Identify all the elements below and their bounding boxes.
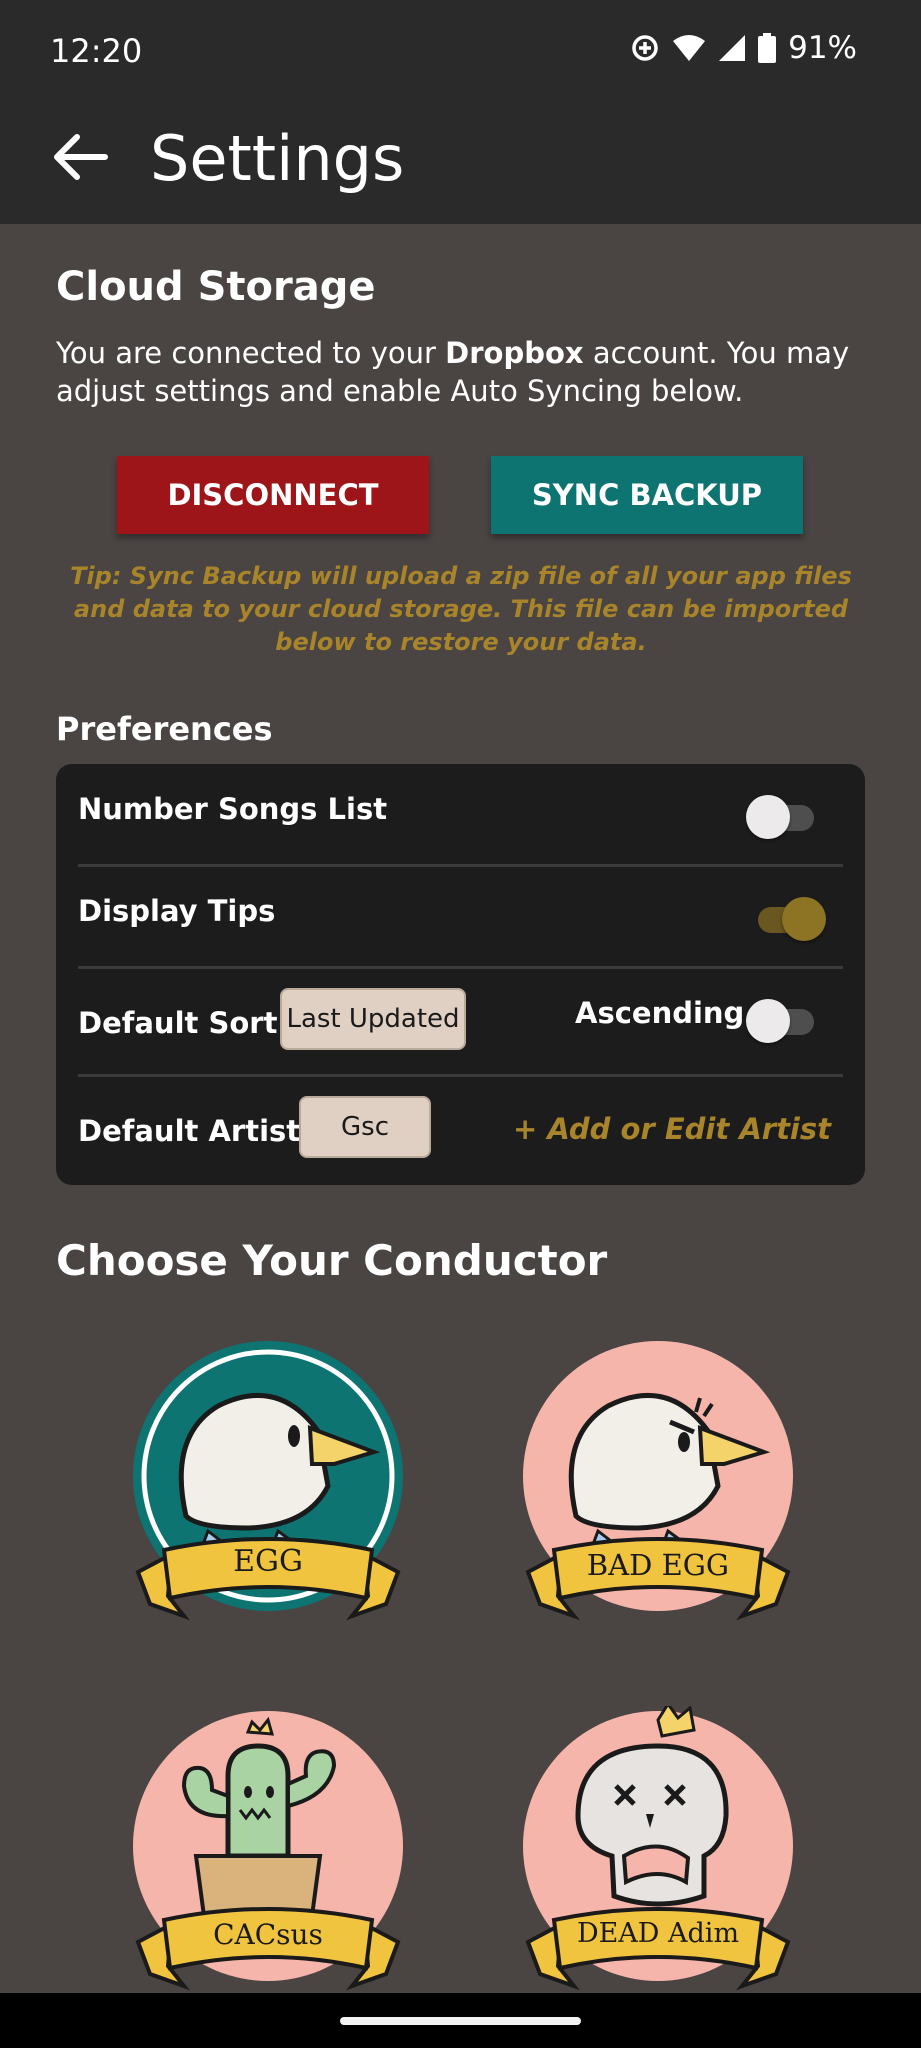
cloud-provider-name: Dropbox xyxy=(445,336,584,370)
conductor-egg[interactable]: EGG xyxy=(128,1336,408,1636)
status-bar: 12:20 91% xyxy=(0,0,921,100)
number-songs-label: Number Songs List xyxy=(78,792,388,826)
ascending-label: Ascending xyxy=(575,996,745,1030)
preferences-card: Number Songs List Display Tips Default S… xyxy=(56,764,865,1185)
add-edit-artist-link[interactable]: + Add or Edit Artist xyxy=(513,1112,831,1146)
app-bar: Settings xyxy=(0,100,921,224)
disconnect-button[interactable]: DISCONNECT xyxy=(117,456,429,534)
system-nav-bar xyxy=(0,1993,921,2048)
battery-percent: 91% xyxy=(788,30,857,66)
page-title: Settings xyxy=(150,122,405,195)
skull-badge-icon xyxy=(523,1701,793,1991)
sync-status-icon xyxy=(632,35,658,61)
sync-backup-button[interactable]: SYNC BACKUP xyxy=(491,456,803,534)
toggle-thumb xyxy=(782,897,826,941)
toggle-thumb xyxy=(746,795,790,839)
preferences-heading: Preferences xyxy=(56,710,273,748)
ascending-toggle[interactable] xyxy=(746,996,820,1046)
egg-badge-icon xyxy=(133,1341,403,1621)
divider xyxy=(78,1074,843,1077)
conductor-dead-adim-name: DEAD Adim xyxy=(576,1918,740,1949)
conductor-cacsus-name: CACsus xyxy=(213,1918,323,1951)
default-sort-label: Default Sort: xyxy=(78,1006,290,1040)
wifi-icon xyxy=(673,35,706,61)
cloud-description: You are connected to your Dropbox accoun… xyxy=(56,334,856,410)
cloud-storage-heading: Cloud Storage xyxy=(56,264,376,310)
conductor-bad-egg-name: BAD EGG xyxy=(586,1548,730,1582)
status-icons: 91% xyxy=(630,30,857,66)
conductor-heading: Choose Your Conductor xyxy=(56,1236,608,1285)
status-time: 12:20 xyxy=(50,32,143,70)
sync-tip-text: Tip: Sync Backup will upload a zip file … xyxy=(70,562,852,656)
cactus-badge-icon xyxy=(133,1711,403,1991)
cell-signal-icon xyxy=(719,35,746,61)
bad-egg-badge-icon xyxy=(523,1341,793,1621)
home-gesture-handle[interactable] xyxy=(340,2017,581,2025)
arrow-left-icon xyxy=(54,134,108,180)
conductor-cacsus[interactable]: CACsus xyxy=(128,1706,408,2006)
conductor-egg-name: EGG xyxy=(233,1544,303,1579)
toggle-thumb xyxy=(746,999,790,1043)
default-artist-select[interactable]: Gsc xyxy=(299,1096,431,1158)
display-tips-label: Display Tips xyxy=(78,894,276,928)
number-songs-toggle[interactable] xyxy=(746,792,820,842)
divider xyxy=(78,864,843,867)
battery-icon xyxy=(758,33,777,63)
default-sort-select[interactable]: Last Updated xyxy=(280,988,466,1050)
default-artist-label: Default Artist: xyxy=(78,1114,312,1148)
conductor-bad-egg[interactable]: BAD EGG xyxy=(518,1336,798,1636)
divider xyxy=(78,966,843,969)
back-button[interactable] xyxy=(44,122,114,192)
display-tips-toggle[interactable] xyxy=(752,894,826,944)
cloud-desc-prefix: You are connected to your xyxy=(56,336,446,370)
conductor-dead-adim[interactable]: DEAD Adim xyxy=(518,1701,798,2006)
